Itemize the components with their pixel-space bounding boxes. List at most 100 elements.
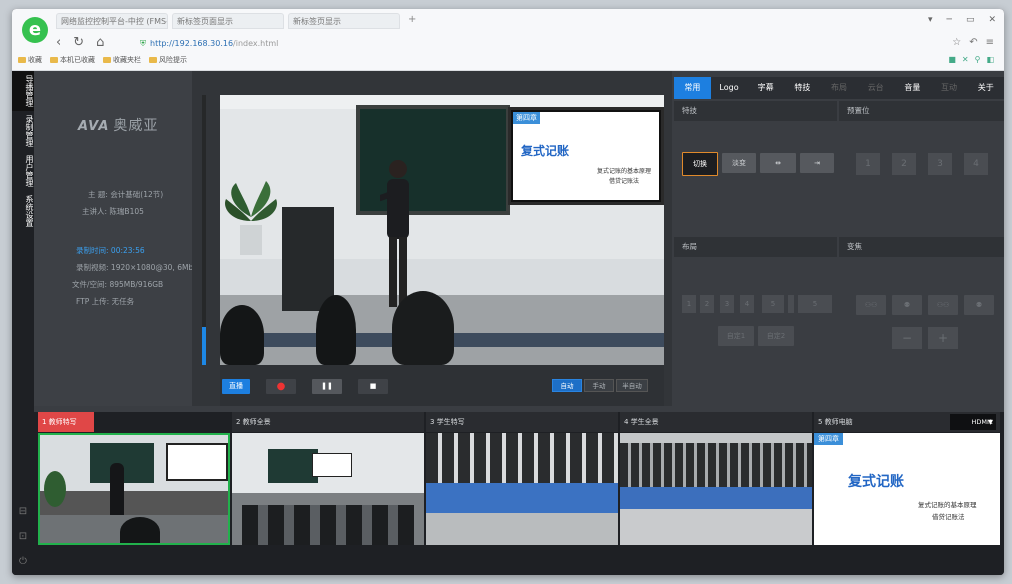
thumb-label: 2 教师全景 xyxy=(232,412,424,432)
effects-section-title: 特技 xyxy=(674,101,837,121)
tab-layout[interactable]: 布局 xyxy=(821,77,858,99)
preset-button[interactable]: 1 xyxy=(856,153,880,175)
layout-button[interactable]: 5 xyxy=(762,295,784,313)
zoom-out-button[interactable]: − xyxy=(892,327,922,349)
maximize-icon[interactable]: ▭ xyxy=(966,15,975,25)
mode-semi-button[interactable]: 半自动 xyxy=(616,379,648,392)
browser-tools: ☆ ↶ ≡ xyxy=(952,37,994,48)
zoom-group-icon[interactable]: ⚇⚇ xyxy=(856,295,886,315)
nav-directing[interactable]: 导播管理 xyxy=(12,71,34,111)
thumb-teacher-pc[interactable]: 5 教师电脑 HDMI1 ▼ 第四章 复式记账 复式记账的基本原理 借贷记账法 xyxy=(814,412,1000,552)
window-icon[interactable]: ⊡ xyxy=(19,531,27,542)
layout-button[interactable]: 2 xyxy=(700,295,714,313)
control-panel: 常用 Logo 字幕 特技 布局 云台 音量 互动 关于 特技 预置位 切换 淡… xyxy=(674,71,1004,406)
thumb-slide-line: 复式记账的基本原理 xyxy=(918,501,977,509)
thumb-teacher-wide[interactable]: 2 教师全景 xyxy=(232,412,424,552)
undo-icon[interactable]: ↶ xyxy=(969,37,977,48)
refresh-icon[interactable]: ↻ xyxy=(73,35,84,50)
playback-controls: 直播 ● ❚❚ ■ 自动 手动 半自动 xyxy=(220,365,664,406)
browser-tab[interactable]: 新标签页面显示 xyxy=(172,13,284,29)
layout-button[interactable]: 1 xyxy=(682,295,696,313)
record-button[interactable]: ● xyxy=(266,379,296,394)
panel-tabs: 常用 Logo 字幕 特技 布局 云台 音量 互动 关于 xyxy=(674,77,1004,99)
thumb-label: 3 学生特写 xyxy=(426,412,618,432)
bookmark-item[interactable]: 风险提示 xyxy=(149,55,187,65)
minimize-icon[interactable]: ─ xyxy=(947,15,952,25)
teacher-figure xyxy=(380,160,409,307)
menu-icon[interactable]: ≡ xyxy=(986,37,994,48)
bookmark-item[interactable]: 本机已收藏 xyxy=(50,55,95,65)
browser-logo-icon: e xyxy=(22,17,48,43)
mode-manual-button[interactable]: 手动 xyxy=(584,379,614,392)
tab-interact[interactable]: 互动 xyxy=(931,77,968,99)
thumb-slide-tag: 第四章 xyxy=(814,433,843,445)
extension-icon[interactable]: ◧ xyxy=(986,55,994,64)
star-icon[interactable]: ☆ xyxy=(952,37,961,48)
slide-tag: 第四章 xyxy=(513,112,540,124)
volume-slider[interactable] xyxy=(202,95,206,365)
thumb-image: 第四章 复式记账 复式记账的基本原理 借贷记账法 xyxy=(814,433,1000,545)
volume-fill xyxy=(202,327,206,365)
zoom-in-button[interactable]: + xyxy=(928,327,958,349)
home-icon[interactable]: ⌂ xyxy=(96,35,104,50)
zoom-pair-icon[interactable]: ⚇⚇ xyxy=(928,295,958,315)
slide-line: 复式记账的基本原理 xyxy=(597,168,652,175)
zoom-single-icon[interactable]: ⚉ xyxy=(964,295,994,315)
live-button[interactable]: 直播 xyxy=(222,379,250,394)
pause-button[interactable]: ❚❚ xyxy=(312,379,342,394)
extension-icon[interactable]: ✕ xyxy=(962,55,969,64)
thumb-teacher-close[interactable]: 1 教师特写 xyxy=(38,412,230,552)
nav-recording[interactable]: 录制管理 xyxy=(12,111,34,151)
layout-custom2-button[interactable]: 自定2 xyxy=(758,326,794,346)
layout-button[interactable]: 3 xyxy=(720,295,734,313)
tab-volume[interactable]: 音量 xyxy=(894,77,931,99)
effect-fade-button[interactable]: 淡变 xyxy=(722,153,756,173)
browser-tab[interactable]: 网络监控控制平台-中控 (FMS-SDK) xyxy=(56,13,168,29)
nav-users[interactable]: 用户管理 xyxy=(12,151,34,191)
slide-title: 复式记账 xyxy=(521,144,570,158)
preset-button[interactable]: 3 xyxy=(928,153,952,175)
preset-button[interactable]: 4 xyxy=(964,153,988,175)
preset-button[interactable]: 2 xyxy=(892,153,916,175)
tab-logo[interactable]: Logo xyxy=(711,77,748,99)
address-bar[interactable]: ⛨ http://192.168.30.16/index.html xyxy=(140,37,720,51)
extension-icon[interactable]: ⚲ xyxy=(975,55,981,64)
stop-button[interactable]: ■ xyxy=(358,379,388,394)
tab-common[interactable]: 常用 xyxy=(674,77,711,99)
tab-subtitle[interactable]: 字幕 xyxy=(747,77,784,99)
browser-window: e 网络监控控制平台-中控 (FMS-SDK) 新标签页面显示 新标签页显示 +… xyxy=(12,9,1004,575)
nav-settings[interactable]: 系统设置 xyxy=(12,191,34,231)
effect-slide-button[interactable]: ⇥ xyxy=(800,153,834,173)
monitor-icon[interactable]: ⊟ xyxy=(19,506,27,517)
hdmi-select[interactable]: HDMI1 ▼ xyxy=(950,414,996,430)
tab-about[interactable]: 关于 xyxy=(967,77,1004,99)
thumb-student-wide[interactable]: 4 学生全景 xyxy=(620,412,812,552)
mode-auto-button[interactable]: 自动 xyxy=(552,379,582,392)
layout-button[interactable]: 4 xyxy=(740,295,754,313)
thumb-slide-title: 复式记账 xyxy=(848,474,904,490)
close-icon[interactable]: ✕ xyxy=(988,15,996,25)
new-tab-button[interactable]: + xyxy=(404,13,416,29)
thumb-label: 4 学生全景 xyxy=(620,412,812,432)
power-icon[interactable]: ⏻ xyxy=(19,556,27,567)
main-preview[interactable]: 第四章 复式记账 复式记账的基本原理 借贷记账法 xyxy=(220,95,664,365)
side-nav-bottom: ⊟ ⊡ ⏻ xyxy=(12,506,34,567)
extension-icon[interactable]: ■ xyxy=(948,55,956,64)
bookmark-item[interactable]: 收藏夹栏 xyxy=(103,55,141,65)
camera-thumbnails: 1 教师特写 2 教师全景 3 学生特写 4 学生全景 5 教师电脑 HDMI1… xyxy=(34,412,1004,575)
plant-icon xyxy=(225,181,277,255)
window-menu-icon[interactable]: ▾ xyxy=(928,15,933,25)
zoom-person-icon[interactable]: ⚉ xyxy=(892,295,922,315)
effect-cut-button[interactable]: 切换 xyxy=(682,152,718,176)
browser-tab[interactable]: 新标签页显示 xyxy=(288,13,400,29)
thumb-student-close[interactable]: 3 学生特写 xyxy=(426,412,618,552)
back-icon[interactable]: ‹ xyxy=(56,35,61,50)
bookmark-item[interactable]: 收藏 xyxy=(18,55,42,65)
effect-wipe-button[interactable]: ⇹ xyxy=(760,153,796,173)
layout-button[interactable]: 5 xyxy=(798,295,832,313)
tab-effects[interactable]: 特技 xyxy=(784,77,821,99)
layout-custom1-button[interactable]: 自定1 xyxy=(718,326,754,346)
layout-divider xyxy=(788,295,794,313)
thumb-image xyxy=(426,433,618,545)
tab-ptz[interactable]: 云台 xyxy=(857,77,894,99)
